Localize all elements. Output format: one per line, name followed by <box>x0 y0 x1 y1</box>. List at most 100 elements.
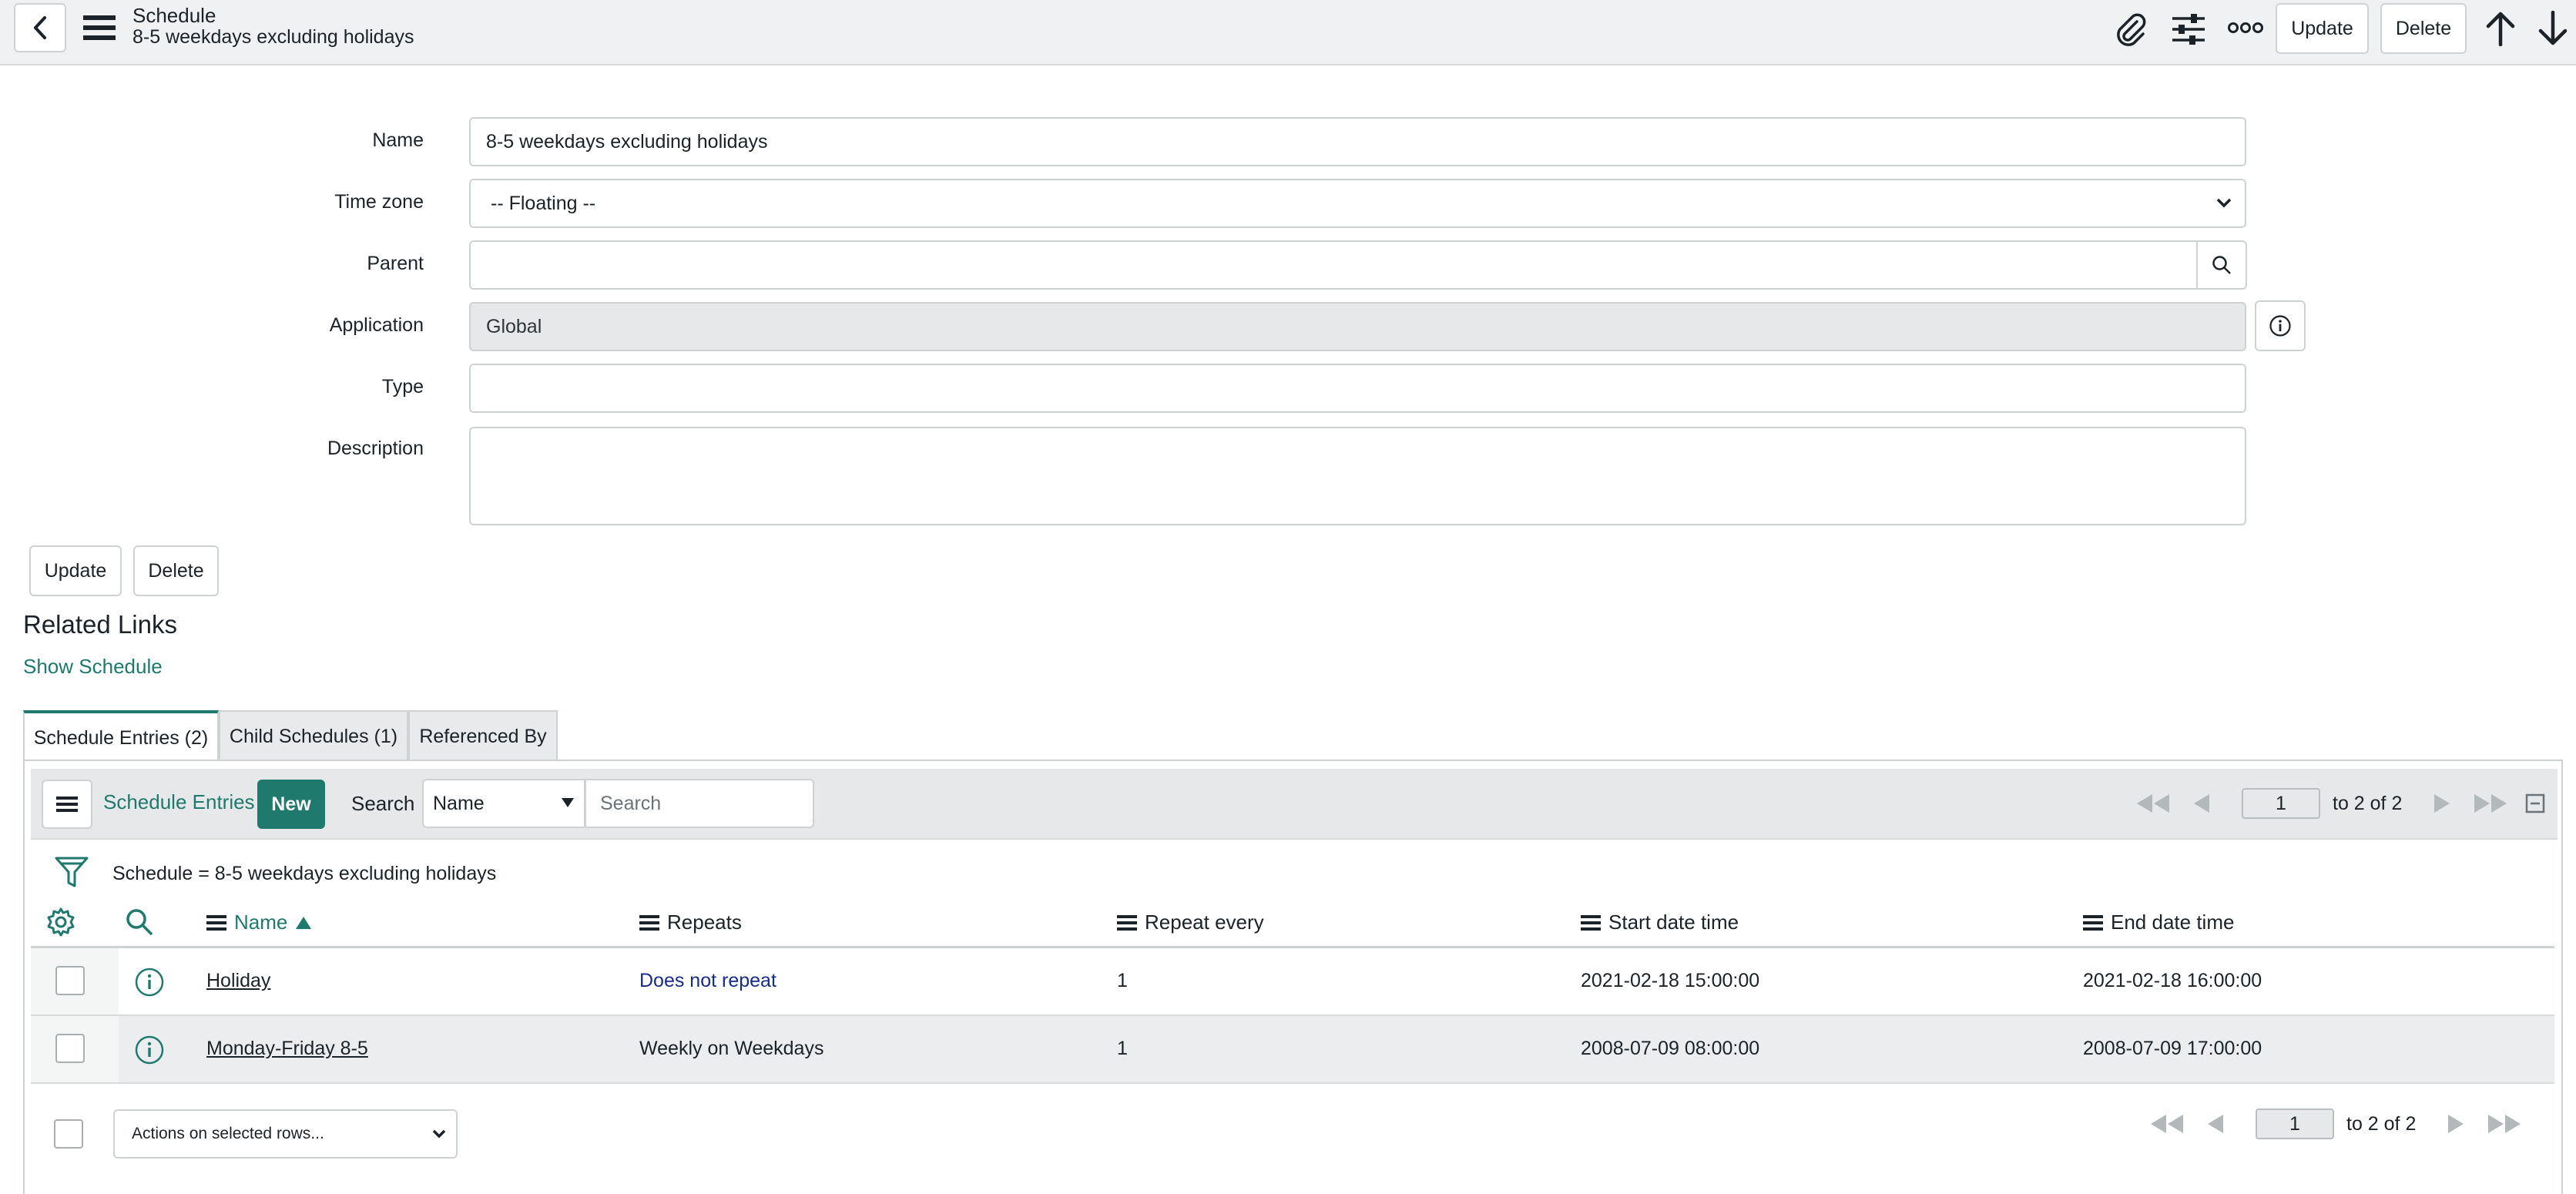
arrow-up-icon[interactable] <box>2485 11 2516 46</box>
description-label: Description <box>327 438 424 459</box>
bottom-page-range-text: to 2 of 2 <box>2346 1113 2417 1135</box>
arrow-down-icon[interactable] <box>2537 11 2568 46</box>
row-end: 2008-07-09 17:00:00 <box>2083 1038 2262 1059</box>
page-number-input[interactable]: 1 <box>2242 788 2320 819</box>
related-links-title: Related Links <box>23 610 177 639</box>
column-header-end[interactable]: End date time <box>2083 911 2234 934</box>
parent-lookup-button[interactable] <box>2196 240 2247 290</box>
search-input[interactable]: Search <box>585 779 814 828</box>
actions-select[interactable]: Actions on selected rows... <box>113 1109 458 1159</box>
chevron-left-icon <box>34 16 46 39</box>
bottom-page-number-input[interactable]: 1 <box>2256 1108 2334 1139</box>
timezone-select[interactable]: -- Floating -- <box>469 179 2246 228</box>
application-info-button[interactable] <box>2255 300 2306 351</box>
row-start: 2008-07-09 08:00:00 <box>1581 1038 1760 1059</box>
table-row[interactable]: Holiday Does not repeat 1 2021-02-18 15:… <box>31 948 2554 1016</box>
column-header-repeat-every[interactable]: Repeat every <box>1117 911 1264 934</box>
bottom-prev-page-icon[interactable] <box>2206 1114 2225 1134</box>
search-icon <box>2212 256 2231 274</box>
next-page-icon[interactable] <box>2433 793 2451 813</box>
parent-input[interactable] <box>469 240 2198 290</box>
tab-schedule-entries[interactable]: Schedule Entries (2) <box>23 710 219 763</box>
back-button[interactable] <box>14 3 66 52</box>
chevron-down-icon <box>431 1126 447 1142</box>
show-schedule-link[interactable]: Show Schedule <box>23 655 163 679</box>
column-header-repeats[interactable]: Repeats <box>639 911 742 934</box>
column-header-start[interactable]: Start date time <box>1581 911 1739 934</box>
row-start: 2021-02-18 15:00:00 <box>1581 970 1760 991</box>
timezone-label: Time zone <box>334 191 424 213</box>
row-info-icon[interactable] <box>134 967 165 998</box>
timezone-value: -- Floating -- <box>491 193 596 214</box>
type-label: Type <box>381 376 424 397</box>
application-input: Global <box>469 302 2246 351</box>
collapse-list-icon[interactable] <box>2525 793 2545 813</box>
actions-select-value: Actions on selected rows... <box>132 1125 324 1142</box>
row-checkbox[interactable] <box>55 966 85 995</box>
form-update-button[interactable]: Update <box>29 545 122 596</box>
attachment-icon[interactable] <box>2114 12 2148 46</box>
name-label: Name <box>372 129 424 151</box>
gear-icon[interactable] <box>46 907 75 937</box>
description-textarea[interactable] <box>469 427 2246 525</box>
chevron-down-icon <box>2215 194 2232 211</box>
header-delete-button[interactable]: Delete <box>2380 3 2467 54</box>
first-page-icon[interactable] <box>2134 793 2172 813</box>
column-label-repeats: Repeats <box>667 911 742 934</box>
list-title[interactable]: Schedule Entries <box>103 790 255 814</box>
info-icon <box>2269 315 2291 337</box>
application-label: Application <box>329 314 424 336</box>
header-subtitle: 8-5 weekdays excluding holidays <box>132 26 414 48</box>
column-search-icon[interactable] <box>125 907 154 937</box>
column-label-end: End date time <box>2111 911 2235 934</box>
tab-referenced-by[interactable]: Referenced By <box>408 710 558 761</box>
hamburger-icon <box>56 797 78 812</box>
filter-breadcrumb[interactable]: Schedule = 8-5 weekdays excluding holida… <box>112 863 496 885</box>
row-repeats: Weekly on Weekdays <box>639 1038 824 1059</box>
column-menu-icon[interactable] <box>639 914 659 931</box>
form-delete-button[interactable]: Delete <box>133 545 219 596</box>
sort-ascending-icon <box>296 916 312 929</box>
bottom-next-page-icon[interactable] <box>2447 1114 2465 1134</box>
page-range-text: to 2 of 2 <box>2333 793 2403 814</box>
filter-icon[interactable] <box>54 855 89 890</box>
bottom-first-page-icon[interactable] <box>2148 1114 2186 1134</box>
type-input[interactable] <box>469 364 2246 413</box>
more-options-icon[interactable] <box>2228 22 2263 34</box>
column-menu-icon[interactable] <box>2083 914 2103 931</box>
context-menu-icon[interactable] <box>83 14 116 42</box>
last-page-icon[interactable] <box>2471 793 2510 813</box>
column-header-name[interactable]: Name <box>206 911 312 934</box>
row-repeat-every: 1 <box>1117 1038 1128 1059</box>
name-input[interactable]: 8-5 weekdays excluding holidays <box>469 117 2246 166</box>
column-label-name: Name <box>234 911 288 934</box>
caret-down-icon <box>561 797 575 808</box>
column-label-repeat-every: Repeat every <box>1145 911 1264 934</box>
bottom-last-page-icon[interactable] <box>2485 1114 2524 1134</box>
header-update-button[interactable]: Update <box>2276 3 2369 54</box>
personalize-form-icon[interactable] <box>2171 12 2206 46</box>
search-field-select[interactable]: Name <box>422 779 585 828</box>
row-info-icon[interactable] <box>134 1035 165 1065</box>
column-menu-icon[interactable] <box>206 914 226 931</box>
new-button[interactable]: New <box>257 780 325 829</box>
search-field-value: Name <box>433 793 485 814</box>
row-name-link[interactable]: Monday-Friday 8-5 <box>206 1038 368 1060</box>
row-repeats: Does not repeat <box>639 970 776 991</box>
form-header: Schedule 8-5 weekdays excluding holidays… <box>0 0 2576 65</box>
row-name-link[interactable]: Holiday <box>206 970 270 992</box>
header-title: Schedule <box>132 4 216 27</box>
tab-child-schedules[interactable]: Child Schedules (1) <box>219 710 408 761</box>
search-label: Search <box>351 792 415 815</box>
row-checkbox[interactable] <box>55 1034 85 1063</box>
row-repeat-every: 1 <box>1117 970 1128 991</box>
prev-page-icon[interactable] <box>2192 793 2211 813</box>
parent-label: Parent <box>367 253 424 274</box>
column-label-start: Start date time <box>1608 911 1739 934</box>
select-all-checkbox[interactable] <box>54 1119 83 1149</box>
list-menu-button[interactable] <box>42 780 92 829</box>
row-end: 2021-02-18 16:00:00 <box>2083 970 2262 991</box>
column-menu-icon[interactable] <box>1581 914 1601 931</box>
table-row[interactable]: Monday-Friday 8-5 Weekly on Weekdays 1 2… <box>31 1016 2554 1084</box>
column-menu-icon[interactable] <box>1117 914 1137 931</box>
